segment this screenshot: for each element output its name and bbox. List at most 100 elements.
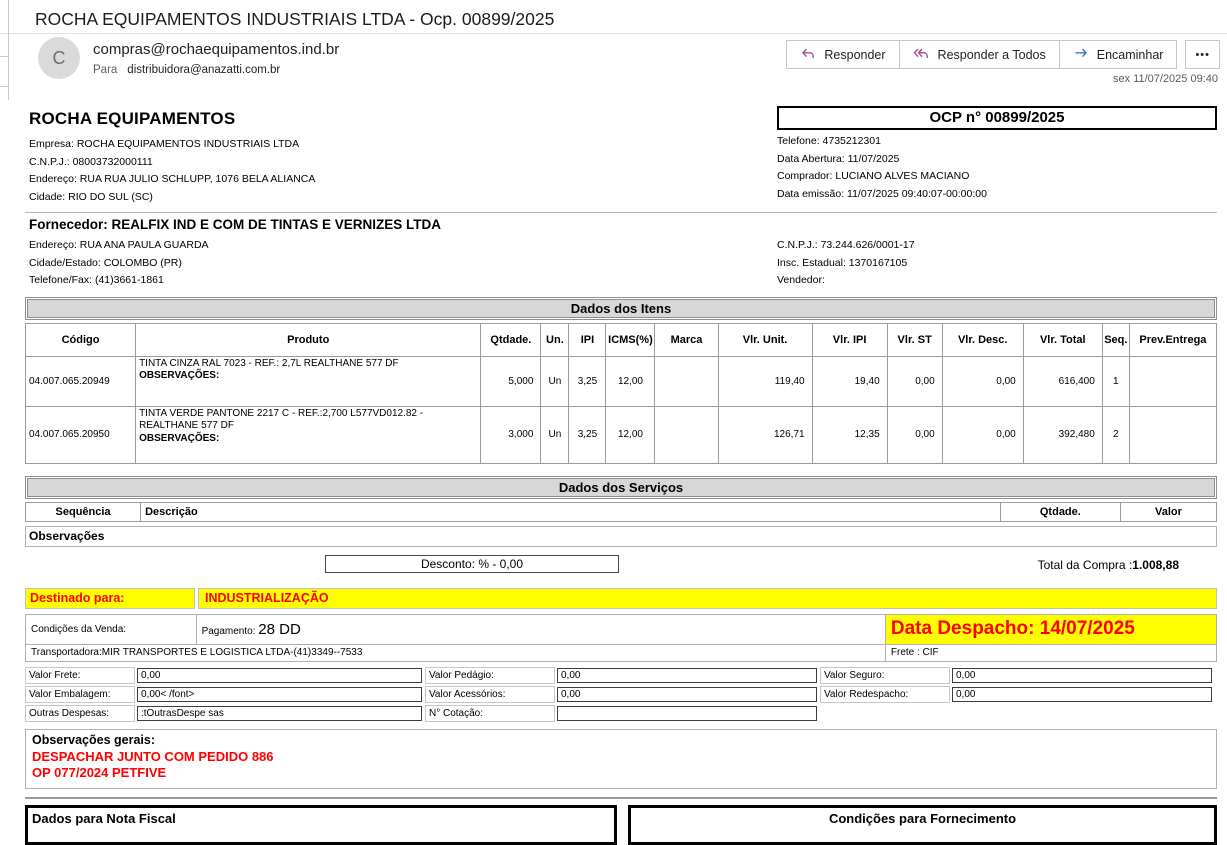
col-seq: Seq. xyxy=(1102,323,1129,356)
outras-despesas-box: :tOutrasDespe sas xyxy=(137,706,422,721)
conditions-table: Condições da Venda: Pagamento: 28 DD Dat… xyxy=(25,614,1217,662)
footer-divider xyxy=(25,797,1217,799)
forward-icon xyxy=(1073,46,1089,64)
more-actions-button[interactable]: ••• xyxy=(1185,40,1220,69)
supplier-cnpj: C.N.P.J.: 73.244.626/0001-17 xyxy=(777,237,1217,255)
item-qtdade: 5,000 xyxy=(481,356,541,406)
item-vlr-desc: 0,00 xyxy=(942,356,1023,406)
total-da-compra: Total da Compra :1.008,88 xyxy=(1038,558,1179,572)
item-vlr-ipi: 19,40 xyxy=(812,356,887,406)
item-icms: 12,00 xyxy=(606,356,655,406)
valor-acessorios-label: Valor Acessórios: xyxy=(425,686,555,703)
items-title-bar: Dados dos Itens xyxy=(27,299,1215,318)
destinado-value: INDUSTRIALIZAÇÃO xyxy=(198,588,1217,609)
email-actions-toolbar: Responder Responder a Todos Encaminhar •… xyxy=(787,40,1220,69)
col-svc-qtdade: Qtdade. xyxy=(1000,502,1120,521)
buyer-data-emissao: Data emissão: 11/07/2025 09:40:07-00:00:… xyxy=(777,186,1217,204)
item-vlr-st: 0,00 xyxy=(887,406,942,463)
col-produto: Produto xyxy=(136,323,481,356)
transportadora: Transportadora:MIR TRANSPORTES E LOGISTI… xyxy=(26,644,886,661)
sender-avatar[interactable]: C xyxy=(38,37,80,79)
forward-label: Encaminhar xyxy=(1097,48,1164,62)
values-row: Outras Despesas: :tOutrasDespe sas N° Co… xyxy=(25,704,1217,723)
observacoes-gerais-title: Observações gerais: xyxy=(32,732,1210,749)
item-seq: 1 xyxy=(1102,356,1129,406)
reply-icon xyxy=(800,46,816,64)
nota-fiscal-box: Dados para Nota Fiscal xyxy=(25,805,617,845)
recipient-email[interactable]: distribuidora@anazatti.com.br xyxy=(127,64,280,76)
item-un: Un xyxy=(541,406,569,463)
ocp-number-box: OCP n° 00899/2025 xyxy=(777,106,1217,130)
observacoes-strip: Observações xyxy=(25,526,1217,547)
pagamento-cell: Pagamento: 28 DD xyxy=(196,614,885,644)
outras-despesas-label: Outras Despesas: xyxy=(25,705,135,722)
item-marca xyxy=(655,406,718,463)
valor-embalagem-label: Valor Embalagem: xyxy=(25,686,135,703)
supplier-endereco: Endereço: RUA ANA PAULA GUARDA xyxy=(29,237,777,255)
supplier-title: Fornecedor: REALFIX IND E COM DE TINTAS … xyxy=(25,217,1217,232)
item-ipi: 3,25 xyxy=(569,356,606,406)
supplier-section: Endereço: RUA ANA PAULA GUARDA Cidade/Es… xyxy=(25,237,1217,290)
col-prev-entrega: Prev.Entrega xyxy=(1129,323,1216,356)
services-section: Dados dos Serviços Sequência Descrição Q… xyxy=(25,476,1217,522)
item-vlr-total: 392,480 xyxy=(1023,406,1102,463)
total-value: 1.008,88 xyxy=(1132,558,1179,572)
buyer-name: ROCHA EQUIPAMENTOS xyxy=(29,109,777,129)
valor-frete-box: 0,00 xyxy=(137,668,422,683)
col-sequencia: Sequência xyxy=(26,502,141,521)
item-codigo: 04.007.065.20949 xyxy=(26,356,136,406)
observacao-geral-line: DESPACHAR JUNTO COM PEDIDO 886 xyxy=(32,749,1210,765)
valor-redespacho-box: 0,00 xyxy=(952,687,1212,702)
transport-row: Transportadora:MIR TRANSPORTES E LOGISTI… xyxy=(26,644,1217,661)
email-subject: ROCHA EQUIPAMENTOS INDUSTRIAIS LTDA - Oc… xyxy=(35,9,554,30)
item-produto: TINTA CINZA RAL 7023 - REF.: 2,7L REALTH… xyxy=(136,356,481,406)
forward-button[interactable]: Encaminhar xyxy=(1059,40,1178,69)
item-seq: 2 xyxy=(1102,406,1129,463)
left-pane-edge xyxy=(8,0,9,100)
ellipsis-icon: ••• xyxy=(1195,49,1210,61)
valor-redespacho-label: Valor Redespacho: xyxy=(820,686,950,703)
item-produto-desc: TINTA CINZA RAL 7023 - REF.: 2,7L REALTH… xyxy=(139,358,477,371)
col-vlr-desc: Vlr. Desc. xyxy=(942,323,1023,356)
values-row: Valor Embalagem: 0,00< /font> Valor Aces… xyxy=(25,685,1217,704)
recipient-line: Paradistribuidora@anazatti.com.br xyxy=(93,64,280,76)
sender-email[interactable]: compras@rochaequipamentos.ind.br xyxy=(93,41,339,58)
buyer-data-abertura: Data Abertura: 11/07/2025 xyxy=(777,151,1217,169)
services-header-row: Sequência Descrição Qtdade. Valor xyxy=(26,502,1217,521)
buyer-endereco: Endereço: RUA RUA JULIO SCHLUPP, 1076 BE… xyxy=(29,171,777,189)
valor-seguro-box: 0,00 xyxy=(952,668,1212,683)
header-divider xyxy=(0,33,1227,34)
valor-pedagio-label: Valor Pedágio: xyxy=(425,667,555,684)
item-vlr-ipi: 12,35 xyxy=(812,406,887,463)
observacao-geral-line: OP 077/2024 PETFIVE xyxy=(32,765,1210,781)
item-row: 04.007.065.20949 TINTA CINZA RAL 7023 - … xyxy=(26,356,1217,406)
left-pane-edge-tick xyxy=(0,86,8,87)
supplier-insc-estadual: Insc. Estadual: 1370167105 xyxy=(777,255,1217,273)
section-divider xyxy=(25,212,1217,213)
valor-pedagio-box: 0,00 xyxy=(557,668,817,683)
supplier-telefone-fax: Telefone/Fax: (41)3661-1861 xyxy=(29,272,777,290)
items-table: Código Produto Qtdade. Un. IPI ICMS(%) M… xyxy=(25,323,1217,464)
destinado-label: Destinado para: xyxy=(25,588,195,609)
received-date: sex 11/07/2025 09:40 xyxy=(1113,73,1218,85)
item-produto-desc: TINTA VERDE PANTONE 2217 C - REF.:2,700 … xyxy=(139,408,477,433)
item-observacoes-label: OBSERVAÇÕES: xyxy=(139,433,477,446)
n-cotacao-label: N° Cotação: xyxy=(425,705,555,722)
reply-button[interactable]: Responder xyxy=(786,40,899,69)
services-table: Sequência Descrição Qtdade. Valor xyxy=(25,502,1217,522)
item-codigo: 04.007.065.20950 xyxy=(26,406,136,463)
destinado-row: Destinado para: INDUSTRIALIZAÇÃO xyxy=(25,588,1217,609)
valor-frete-label: Valor Frete: xyxy=(25,667,135,684)
item-ipi: 3,25 xyxy=(569,406,606,463)
reply-all-button[interactable]: Responder a Todos xyxy=(899,40,1060,69)
item-qtdade: 3,000 xyxy=(481,406,541,463)
services-title-bar: Dados dos Serviços xyxy=(27,478,1215,497)
item-row: 04.007.065.20950 TINTA VERDE PANTONE 221… xyxy=(26,406,1217,463)
n-cotacao-box xyxy=(557,706,817,721)
col-descricao: Descrição xyxy=(141,502,1001,521)
item-observacoes-label: OBSERVAÇÕES: xyxy=(139,370,477,383)
buyer-cidade: Cidade: RIO DO SUL (SC) xyxy=(29,189,777,207)
buyer-telefone: Telefone: 4735212301 xyxy=(777,133,1217,151)
item-marca xyxy=(655,356,718,406)
pagamento-value: 28 DD xyxy=(258,621,301,638)
